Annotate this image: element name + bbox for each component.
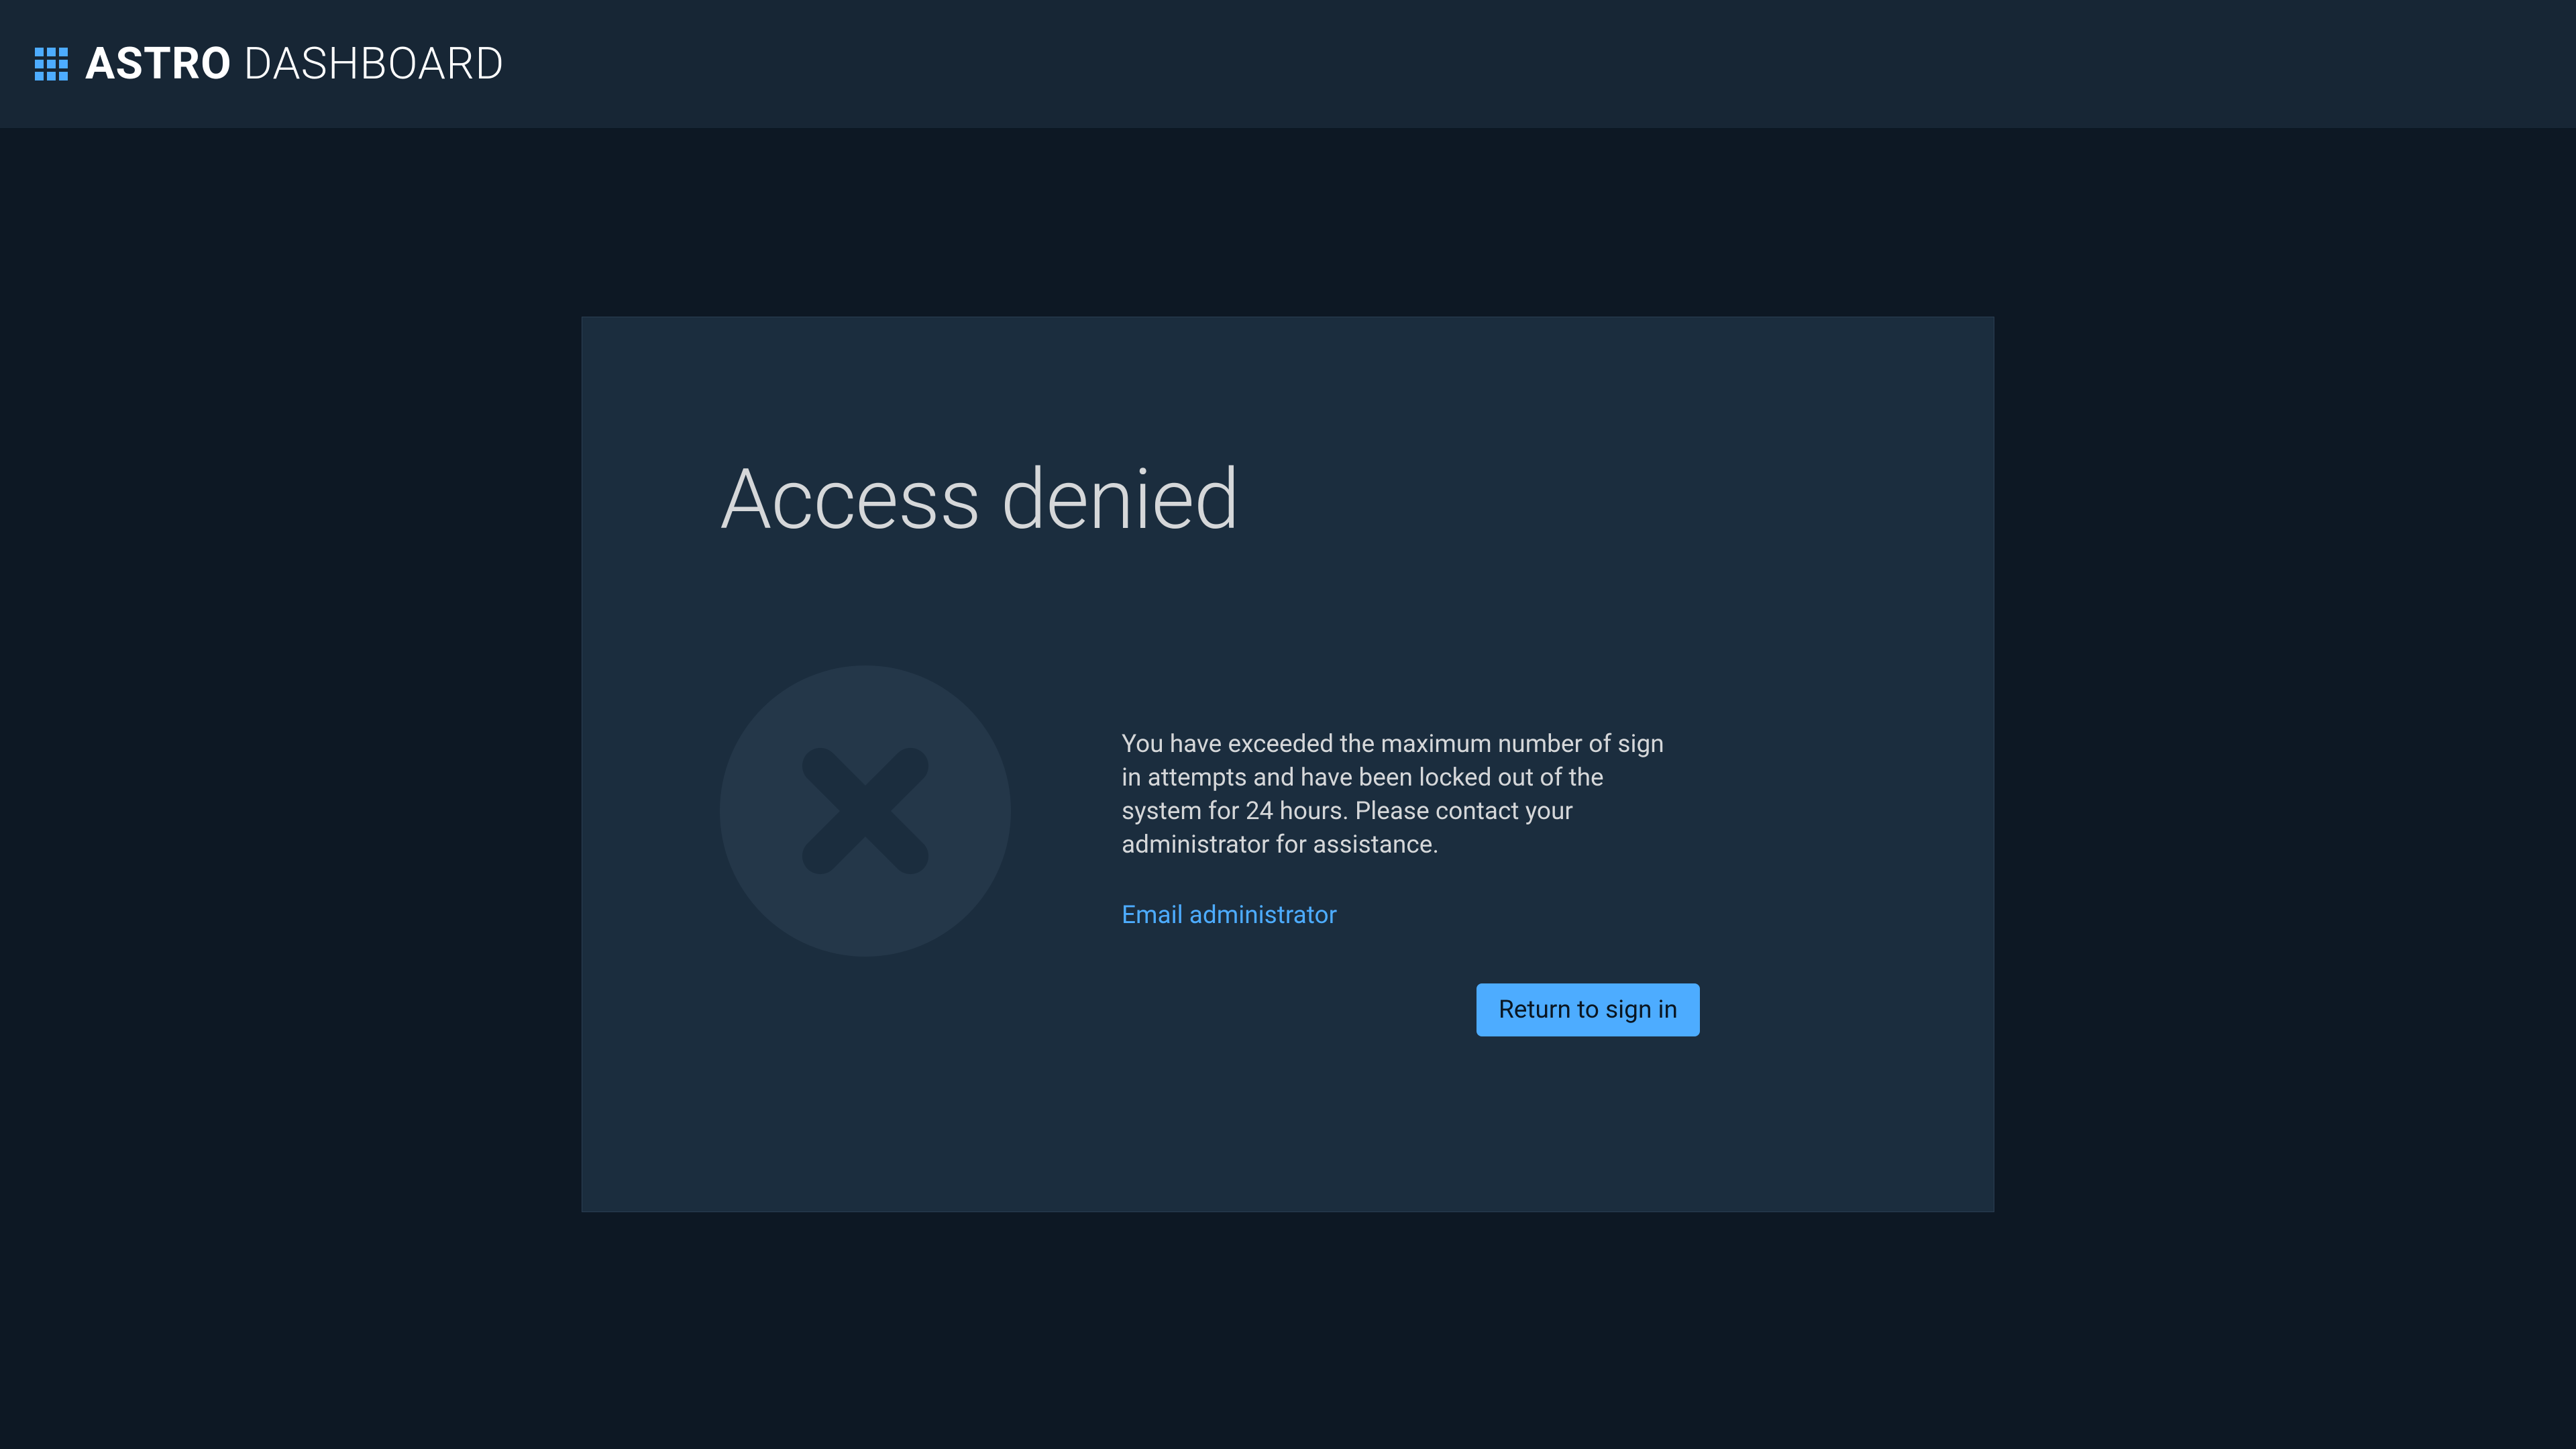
apps-grid-icon[interactable] [35, 48, 68, 80]
apps-grid-dot [35, 60, 44, 68]
apps-grid-dot [59, 60, 68, 68]
button-row: Return to sign in [1122, 983, 1700, 1036]
error-circle-icon [720, 665, 1011, 957]
x-close-icon [790, 736, 941, 886]
apps-grid-dot [47, 60, 56, 68]
apps-grid-dot [59, 48, 68, 56]
access-denied-card: Access denied You have exceeded the maxi… [582, 317, 1994, 1212]
error-icon-wrapper [720, 665, 1011, 957]
email-administrator-link[interactable]: Email administrator [1122, 901, 1337, 930]
apps-grid-dot [35, 72, 44, 80]
card-content: You have exceeded the maximum number of … [1122, 665, 1860, 1036]
content-area: Access denied You have exceeded the maxi… [0, 129, 2576, 1212]
card-title: Access denied [720, 451, 1860, 549]
apps-grid-dot [47, 48, 56, 56]
apps-grid-dot [59, 72, 68, 80]
apps-grid-dot [47, 72, 56, 80]
card-body: You have exceeded the maximum number of … [720, 665, 1860, 1036]
app-title-light: DASHBOARD [232, 38, 505, 90]
app-title: ASTRO DASHBOARD [85, 38, 504, 90]
app-header: ASTRO DASHBOARD [0, 0, 2576, 129]
apps-grid-dot [35, 48, 44, 56]
lockout-message: You have exceeded the maximum number of … [1122, 728, 1672, 862]
app-title-bold: ASTRO [85, 38, 232, 90]
return-to-signin-button[interactable]: Return to sign in [1477, 983, 1700, 1036]
